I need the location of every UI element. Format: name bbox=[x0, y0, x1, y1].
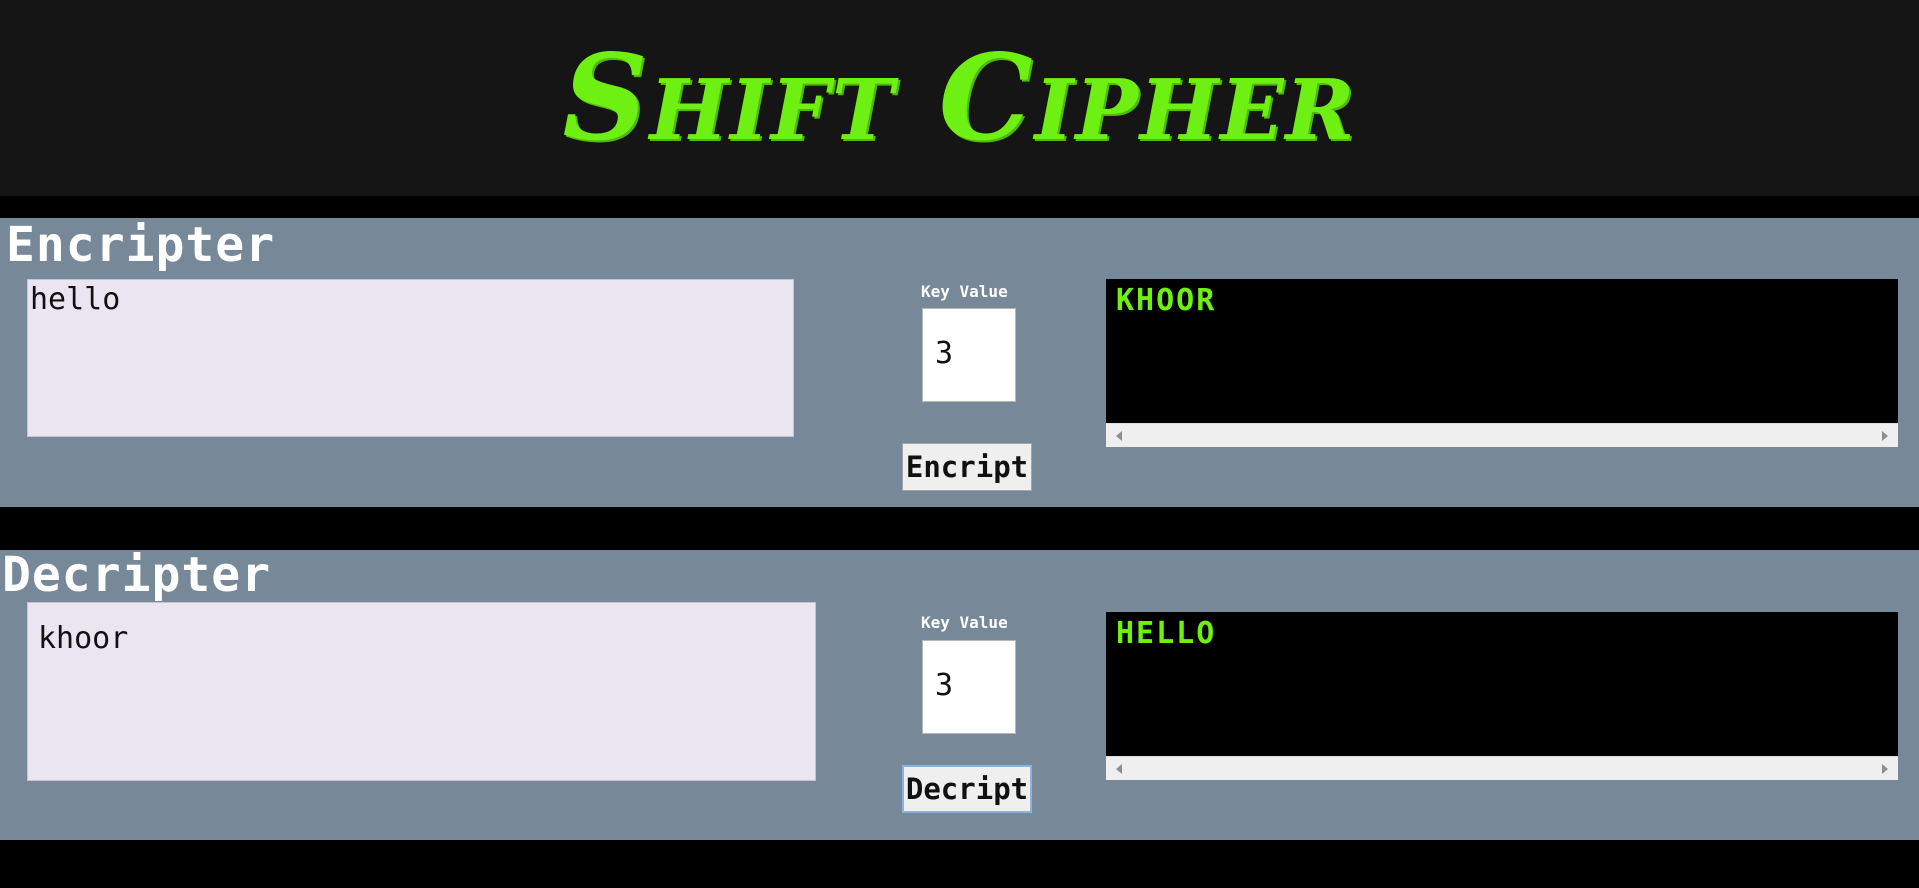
scroll-left-arrow-icon[interactable] bbox=[1116, 764, 1122, 774]
encrypt-button[interactable]: Encript bbox=[902, 443, 1032, 491]
app-title: Shift Cipher bbox=[562, 28, 1357, 167]
decrypter-section: Decripter khoor Key Value 3 Decript HELL… bbox=[0, 550, 1919, 840]
scroll-right-arrow-icon[interactable] bbox=[1882, 431, 1888, 441]
encrypter-heading: Encripter bbox=[6, 217, 276, 273]
encrypter-key-label: Key Value bbox=[921, 282, 1008, 301]
scroll-right-arrow-icon[interactable] bbox=[1882, 764, 1888, 774]
encrypter-output-scrollbar[interactable] bbox=[1106, 423, 1898, 447]
scroll-left-arrow-icon[interactable] bbox=[1116, 431, 1122, 441]
decrypter-output-text: HELLO bbox=[1116, 616, 1217, 651]
decrypter-text-input[interactable]: khoor bbox=[27, 602, 816, 781]
decrypt-button[interactable]: Decript bbox=[902, 765, 1032, 813]
encrypter-output-text: KHOOR bbox=[1116, 283, 1217, 318]
encrypter-output[interactable]: KHOOR bbox=[1106, 279, 1898, 447]
decrypter-output[interactable]: HELLO bbox=[1106, 612, 1898, 780]
encrypter-section: Encripter hello Key Value 3 Encript KHOO… bbox=[0, 218, 1919, 507]
decrypter-key-input[interactable]: 3 bbox=[922, 640, 1016, 734]
app-header: Shift Cipher bbox=[0, 0, 1919, 196]
encrypter-key-input[interactable]: 3 bbox=[922, 308, 1016, 402]
encrypter-text-input[interactable]: hello bbox=[27, 279, 794, 437]
decrypter-output-scrollbar[interactable] bbox=[1106, 756, 1898, 780]
decrypter-key-label: Key Value bbox=[921, 613, 1008, 632]
decrypter-heading: Decripter bbox=[2, 547, 272, 603]
